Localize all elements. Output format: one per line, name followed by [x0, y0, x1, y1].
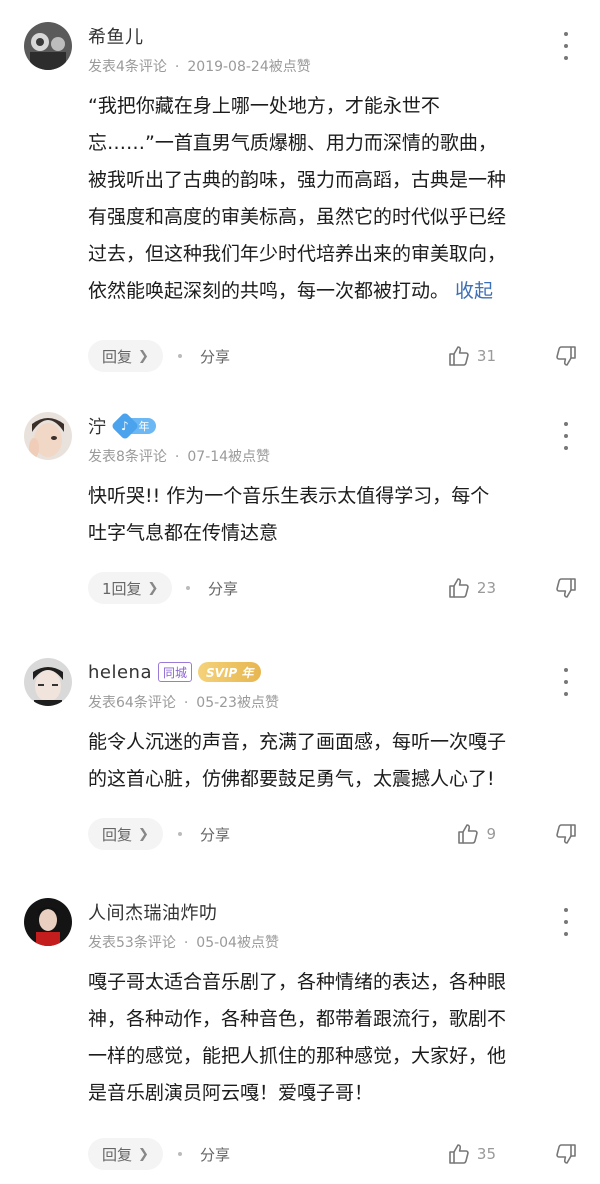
comment-meta: 发表4条评论 · 2019-08-24被点赞 [88, 59, 311, 75]
comment-body: 嘎子哥太适合音乐剧了，各种情绪的表达，各种眼 神，各种动作，各种音色，都带着跟流… [88, 964, 578, 1112]
reply-label: 回复 [102, 825, 133, 844]
separator-dot [178, 1152, 182, 1156]
chevron-right-icon: ❯ [138, 1146, 149, 1162]
comment-meta: 发表64条评论 · 05-23被点赞 [88, 695, 279, 711]
reply-button[interactable]: 回复 ❯ [88, 340, 163, 372]
comment-line: “我把你藏在身上哪一处地方，才能永世不 [88, 95, 440, 117]
comment-line: 过去，但这种我们年少时代培养出来的审美取向， [88, 243, 507, 265]
reply-button[interactable]: 回复 ❯ [88, 1138, 163, 1170]
more-vertical-icon[interactable] [560, 32, 572, 60]
avatar[interactable] [24, 898, 72, 946]
avatar[interactable] [24, 658, 72, 706]
reply-button[interactable]: 1回复 ❯ [88, 572, 173, 604]
comment-count: 发表53条评论 [88, 935, 176, 951]
liked-date: 07-14被点赞 [187, 449, 271, 465]
comment-line: 依然能唤起深刻的共鸣，每一次都被打动。 [88, 280, 450, 302]
separator-dot [186, 586, 190, 590]
comment-body: “我把你藏在身上哪一处地方，才能永世不 忘……”一首直男气质爆棚、用力而深情的歌… [88, 88, 578, 310]
comment-count: 发表4条评论 [88, 59, 167, 75]
comment-line: 有强度和高度的审美标高，虽然它的时代似乎已经 [88, 206, 507, 228]
more-vertical-icon[interactable] [560, 908, 572, 936]
avatar[interactable] [24, 22, 72, 70]
comment-line: 嘎子哥太适合音乐剧了，各种情绪的表达，各种眼 [88, 971, 507, 993]
share-button[interactable]: 分享 [208, 578, 238, 599]
like-button[interactable]: 9 [456, 822, 496, 846]
comment-actions: 1回复 ❯ 分享 23 [88, 572, 578, 606]
thumbs-down-icon [556, 824, 576, 844]
comment-line: 神，各种动作，各种音色，都带着跟流行，歌剧不 [88, 1008, 507, 1030]
chevron-right-icon: ❯ [147, 580, 159, 596]
thumbs-up-icon [449, 346, 469, 366]
reply-label: 回复 [102, 1145, 133, 1164]
music-note-icon: ♪ [110, 411, 139, 441]
comment-line: 能令人沉迷的声音，充满了画面感，每听一次嘎子 [88, 731, 507, 753]
like-count: 23 [476, 579, 496, 597]
like-count: 9 [486, 825, 496, 843]
comment-line: 被我听出了古典的韵味，强力而高蹈，古典是一种 [88, 169, 507, 191]
comment-count: 发表64条评论 [88, 695, 176, 711]
thumbs-down-icon [556, 578, 576, 598]
comment-line: 一样的感觉，能把人抓住的那种感觉，大家好，他 [88, 1045, 507, 1067]
comment-actions: 回复 ❯ 分享 9 [88, 818, 578, 852]
liked-date: 2019-08-24被点赞 [187, 59, 311, 75]
thumbs-up-icon [449, 1144, 469, 1164]
like-count: 31 [476, 347, 496, 365]
comment-meta: 发表8条评论 · 07-14被点赞 [88, 449, 271, 465]
like-button[interactable]: 31 [447, 344, 496, 368]
thumbs-up-icon [458, 824, 479, 844]
username[interactable]: 希鱼儿 [88, 23, 144, 49]
reply-label: 1回复 [102, 579, 142, 598]
separator-dot [178, 354, 182, 358]
share-button[interactable]: 分享 [200, 346, 230, 367]
name-row: helena 同城 SVIP 年 [88, 660, 262, 684]
collapse-link[interactable]: 收起 [455, 280, 493, 302]
comment-meta: 发表53条评论 · 05-04被点赞 [88, 935, 279, 951]
comment-count: 发表8条评论 [88, 449, 167, 465]
comment-line-last: 依然能唤起深刻的共鸣，每一次都被打动。 收起 [88, 273, 578, 310]
username[interactable]: 泞 [88, 413, 107, 439]
more-vertical-icon[interactable] [560, 422, 572, 450]
thumbs-down-icon [556, 1144, 576, 1164]
reply-label: 回复 [102, 347, 133, 366]
comment-line: 忘……”一首直男气质爆棚、用力而深情的歌曲， [88, 132, 497, 154]
share-button[interactable]: 分享 [200, 1144, 230, 1165]
thumbs-down-icon [556, 346, 576, 366]
comment-body: 快听哭!! 作为一个音乐生表示太值得学习，每个 吐字气息都在传情达意 [88, 478, 578, 552]
name-row: 人间杰瑞油炸叻 [88, 900, 218, 924]
name-row: 希鱼儿 [88, 24, 144, 48]
like-button[interactable]: 23 [447, 576, 496, 600]
music-badge: ♪ 年 [110, 411, 156, 441]
share-button[interactable]: 分享 [200, 824, 230, 845]
more-vertical-icon[interactable] [560, 668, 572, 696]
chevron-right-icon: ❯ [138, 348, 149, 364]
liked-date: 05-23被点赞 [196, 695, 279, 711]
dislike-button[interactable] [554, 576, 578, 604]
thumbs-up-icon [449, 578, 469, 598]
comment-actions: 回复 ❯ 分享 35 [88, 1138, 578, 1172]
dislike-button[interactable] [554, 1142, 578, 1170]
same-city-badge: 同城 [158, 662, 193, 682]
comment-body: 能令人沉迷的声音，充满了画面感，每听一次嘎子 的这首心脏，仿佛都要鼓足勇气，太震… [88, 724, 578, 798]
reply-button[interactable]: 回复 ❯ [88, 818, 163, 850]
svip-badge: SVIP 年 [198, 662, 262, 682]
name-row: 泞 ♪ 年 [88, 411, 156, 441]
like-button[interactable]: 35 [447, 1142, 496, 1166]
comment-line: 快听哭!! 作为一个音乐生表示太值得学习，每个 [88, 485, 490, 507]
comment-actions: 回复 ❯ 分享 31 [88, 340, 578, 374]
chevron-right-icon: ❯ [138, 826, 149, 842]
avatar[interactable] [24, 412, 72, 460]
username[interactable]: helena [88, 662, 152, 683]
like-count: 35 [476, 1145, 496, 1163]
comment-line: 吐字气息都在传情达意 [88, 522, 279, 544]
comment-line: 的这首心脏，仿佛都要鼓足勇气，太震撼人心了! [88, 768, 495, 790]
username[interactable]: 人间杰瑞油炸叻 [88, 899, 218, 925]
separator-dot [178, 832, 182, 836]
dislike-button[interactable] [554, 822, 578, 850]
dislike-button[interactable] [554, 344, 578, 372]
comment-line: 是音乐剧演员阿云嘎！爱嘎子哥！ [88, 1082, 374, 1104]
liked-date: 05-04被点赞 [196, 935, 279, 951]
